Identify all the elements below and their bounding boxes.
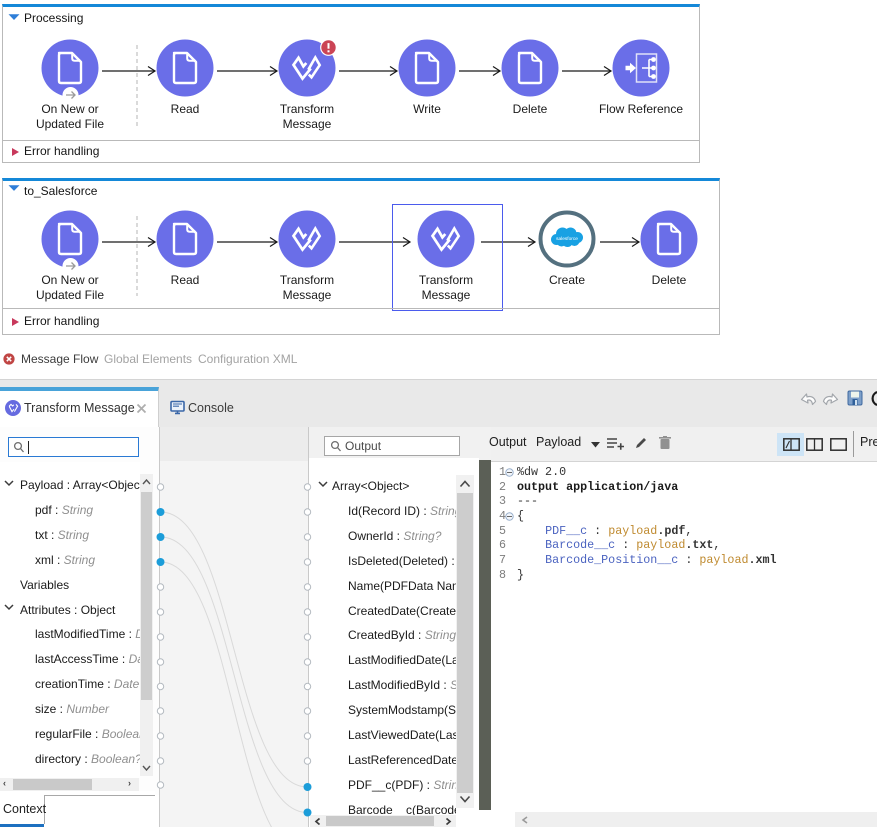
svg-text:salesforce: salesforce — [556, 236, 578, 242]
